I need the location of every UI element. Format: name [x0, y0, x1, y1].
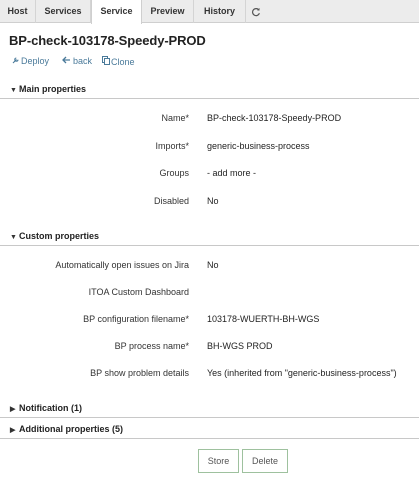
arrow-left-icon — [61, 56, 71, 66]
divider — [0, 98, 419, 99]
refresh-icon[interactable] — [246, 0, 266, 23]
section-notification[interactable]: ▶ Notification (1) — [0, 399, 419, 417]
tab-bar: Host Services Service Preview History — [0, 0, 419, 24]
section-custom-label: Custom properties — [19, 231, 100, 241]
field-value-name[interactable]: BP-check-103178-Speedy-PROD — [207, 113, 341, 123]
clone-link[interactable]: Clone — [101, 56, 135, 67]
field-label: Groups — [159, 168, 189, 178]
store-button[interactable]: Store — [198, 449, 239, 473]
section-main-properties[interactable]: ▼ Main properties — [0, 80, 419, 98]
tab-service[interactable]: Service — [91, 0, 142, 24]
section-main-label: Main properties — [19, 84, 87, 94]
field-label: Automatically open issues on Jira — [55, 260, 189, 270]
tab-preview[interactable]: Preview — [142, 0, 194, 23]
field-value-bp-process-name[interactable]: BH-WGS PROD — [207, 341, 273, 351]
delete-button[interactable]: Delete — [242, 449, 288, 473]
tab-history[interactable]: History — [194, 0, 246, 23]
field-value-groups[interactable]: - add more - — [207, 168, 256, 178]
divider — [0, 417, 419, 418]
wrench-icon — [11, 56, 21, 66]
page-title: BP-check-103178-Speedy-PROD — [9, 33, 206, 48]
field-value-bp-show-problem-details[interactable]: Yes (inherited from "generic-business-pr… — [207, 368, 397, 378]
field-label: BP configuration filename* — [83, 314, 189, 324]
copy-icon — [101, 56, 111, 67]
clone-label: Clone — [111, 57, 135, 67]
field-value-imports[interactable]: generic-business-process — [207, 141, 310, 151]
field-value-bp-config-filename[interactable]: 103178-WUERTH-BH-WGS — [207, 314, 319, 324]
tab-services[interactable]: Services — [36, 0, 91, 23]
field-label: Imports* — [155, 141, 189, 151]
section-additional-properties[interactable]: ▶ Additional properties (5) — [0, 420, 419, 438]
field-label: Name* — [161, 113, 189, 123]
field-label: BP process name* — [114, 341, 189, 351]
field-label: BP show problem details — [90, 368, 189, 378]
divider — [0, 245, 419, 246]
deploy-label: Deploy — [21, 56, 50, 66]
field-label: Disabled — [153, 196, 189, 206]
back-link[interactable]: back — [61, 56, 92, 66]
field-label: ITOA Custom Dashboard — [88, 287, 189, 297]
section-custom-properties[interactable]: ▼ Custom properties — [0, 227, 419, 245]
back-label: back — [73, 56, 93, 66]
section-notification-label: Notification (1) — [19, 403, 82, 413]
field-value-jira[interactable]: No — [207, 260, 219, 270]
field-value-disabled[interactable]: No — [207, 196, 219, 206]
tab-host[interactable]: Host — [0, 0, 36, 23]
section-additional-label: Additional properties (5) — [19, 424, 124, 434]
divider — [0, 438, 419, 439]
deploy-link[interactable]: Deploy — [11, 56, 49, 66]
